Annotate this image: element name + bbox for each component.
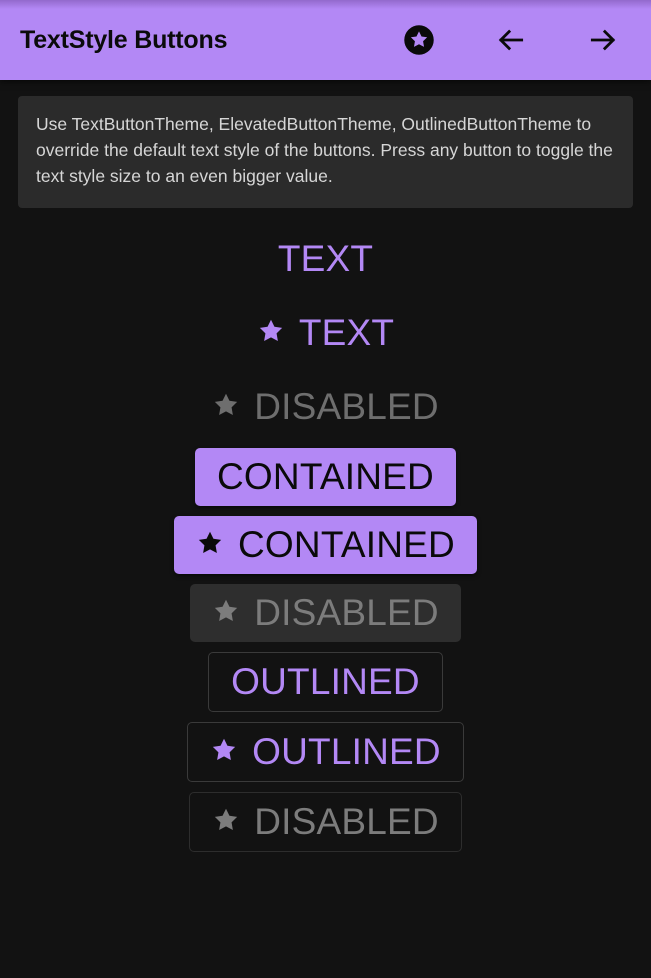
button-list: TEXT TEXT DISABLED CONTAINED CONTAINED D… [0, 230, 651, 852]
outlined-button-label: DISABLED [254, 800, 439, 842]
button-row: DISABLED [0, 791, 651, 852]
elevated-button-disabled: DISABLED [190, 583, 461, 642]
elevated-button-label: DISABLED [254, 591, 439, 633]
star-circle-icon-button[interactable] [397, 18, 441, 62]
info-panel: Use TextButtonTheme, ElevatedButtonTheme… [18, 96, 633, 208]
button-row: OUTLINED [0, 721, 651, 782]
button-row: DISABLED [0, 583, 651, 642]
star-icon [210, 731, 238, 773]
elevated-button[interactable]: CONTAINED [195, 447, 456, 506]
text-button-disabled: DISABLED [196, 378, 455, 436]
star-icon [257, 312, 285, 354]
elevated-button-with-icon[interactable]: CONTAINED [174, 515, 477, 574]
info-panel-wrapper: Use TextButtonTheme, ElevatedButtonTheme… [0, 80, 651, 208]
button-row: DISABLED [0, 378, 651, 436]
elevated-button-label: CONTAINED [217, 455, 434, 497]
outlined-button-disabled: DISABLED [189, 791, 462, 852]
info-panel-text: Use TextButtonTheme, ElevatedButtonTheme… [36, 114, 613, 186]
text-button-label: DISABLED [254, 385, 439, 427]
button-row: TEXT [0, 230, 651, 288]
outlined-button[interactable]: OUTLINED [208, 651, 443, 712]
text-button-with-icon[interactable]: TEXT [241, 304, 410, 362]
button-row: TEXT [0, 304, 651, 362]
star-circle-icon [402, 23, 436, 57]
text-button-label: TEXT [277, 237, 374, 279]
star-icon [212, 592, 240, 634]
elevated-button-label: CONTAINED [238, 523, 455, 565]
arrow-left-icon [495, 24, 527, 56]
arrow-left-icon-button[interactable] [489, 18, 533, 62]
app-bar: TextStyle Buttons [0, 0, 651, 80]
button-row: CONTAINED [0, 515, 651, 574]
star-icon [196, 524, 224, 566]
text-button[interactable]: TEXT [262, 230, 389, 288]
star-icon [212, 801, 240, 843]
button-row: OUTLINED [0, 651, 651, 712]
app-bar-actions [397, 18, 633, 62]
arrow-right-icon-button[interactable] [581, 18, 625, 62]
outlined-button-with-icon[interactable]: OUTLINED [187, 721, 464, 782]
star-icon [212, 386, 240, 428]
outlined-button-label: OUTLINED [252, 730, 441, 772]
arrow-right-icon [587, 24, 619, 56]
text-button-label: TEXT [298, 311, 395, 353]
page-title: TextStyle Buttons [20, 25, 228, 54]
outlined-button-label: OUTLINED [231, 660, 420, 702]
button-row: CONTAINED [0, 447, 651, 506]
